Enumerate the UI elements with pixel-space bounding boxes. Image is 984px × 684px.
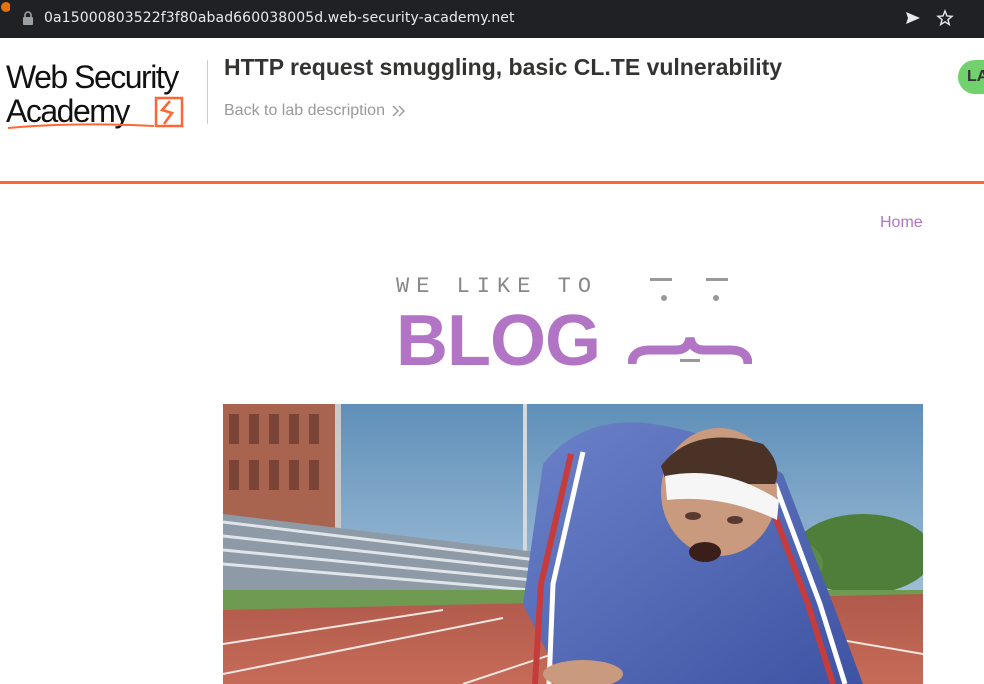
- lock-icon[interactable]: [22, 11, 34, 25]
- blog-wordmark: BLOG: [396, 301, 601, 381]
- blog-banner: WE LIKE TO BLOG: [396, 270, 752, 381]
- star-icon[interactable]: [936, 9, 954, 27]
- logo-line1: Web Security: [6, 59, 179, 95]
- logo-divider: [207, 60, 208, 124]
- double-chevron-right-icon: [392, 105, 405, 117]
- send-icon[interactable]: [904, 9, 922, 27]
- lab-header: Web Security Academy HTTP request smuggl…: [0, 38, 984, 184]
- back-to-lab-description-link[interactable]: Back to lab description: [224, 102, 407, 120]
- lab-title: HTTP request smuggling, basic CL.TE vuln…: [224, 54, 783, 80]
- web-security-academy-logo[interactable]: Web Security Academy: [4, 56, 208, 136]
- blog-tagline: WE LIKE TO: [396, 274, 599, 299]
- lab-status-badge: LA: [958, 60, 984, 94]
- browser-address-bar: 0a15000803522f3f80abad660038005d.web-sec…: [0, 0, 984, 38]
- blog-hero-image[interactable]: [223, 404, 923, 684]
- nav-home-link[interactable]: Home: [880, 214, 923, 232]
- blog-face-icon: [628, 278, 752, 365]
- runner-on-track-image: [223, 404, 923, 684]
- extension-icon[interactable]: [0, 0, 11, 14]
- back-link-label: Back to lab description: [224, 102, 385, 119]
- url-text[interactable]: 0a15000803522f3f80abad660038005d.web-sec…: [44, 10, 515, 26]
